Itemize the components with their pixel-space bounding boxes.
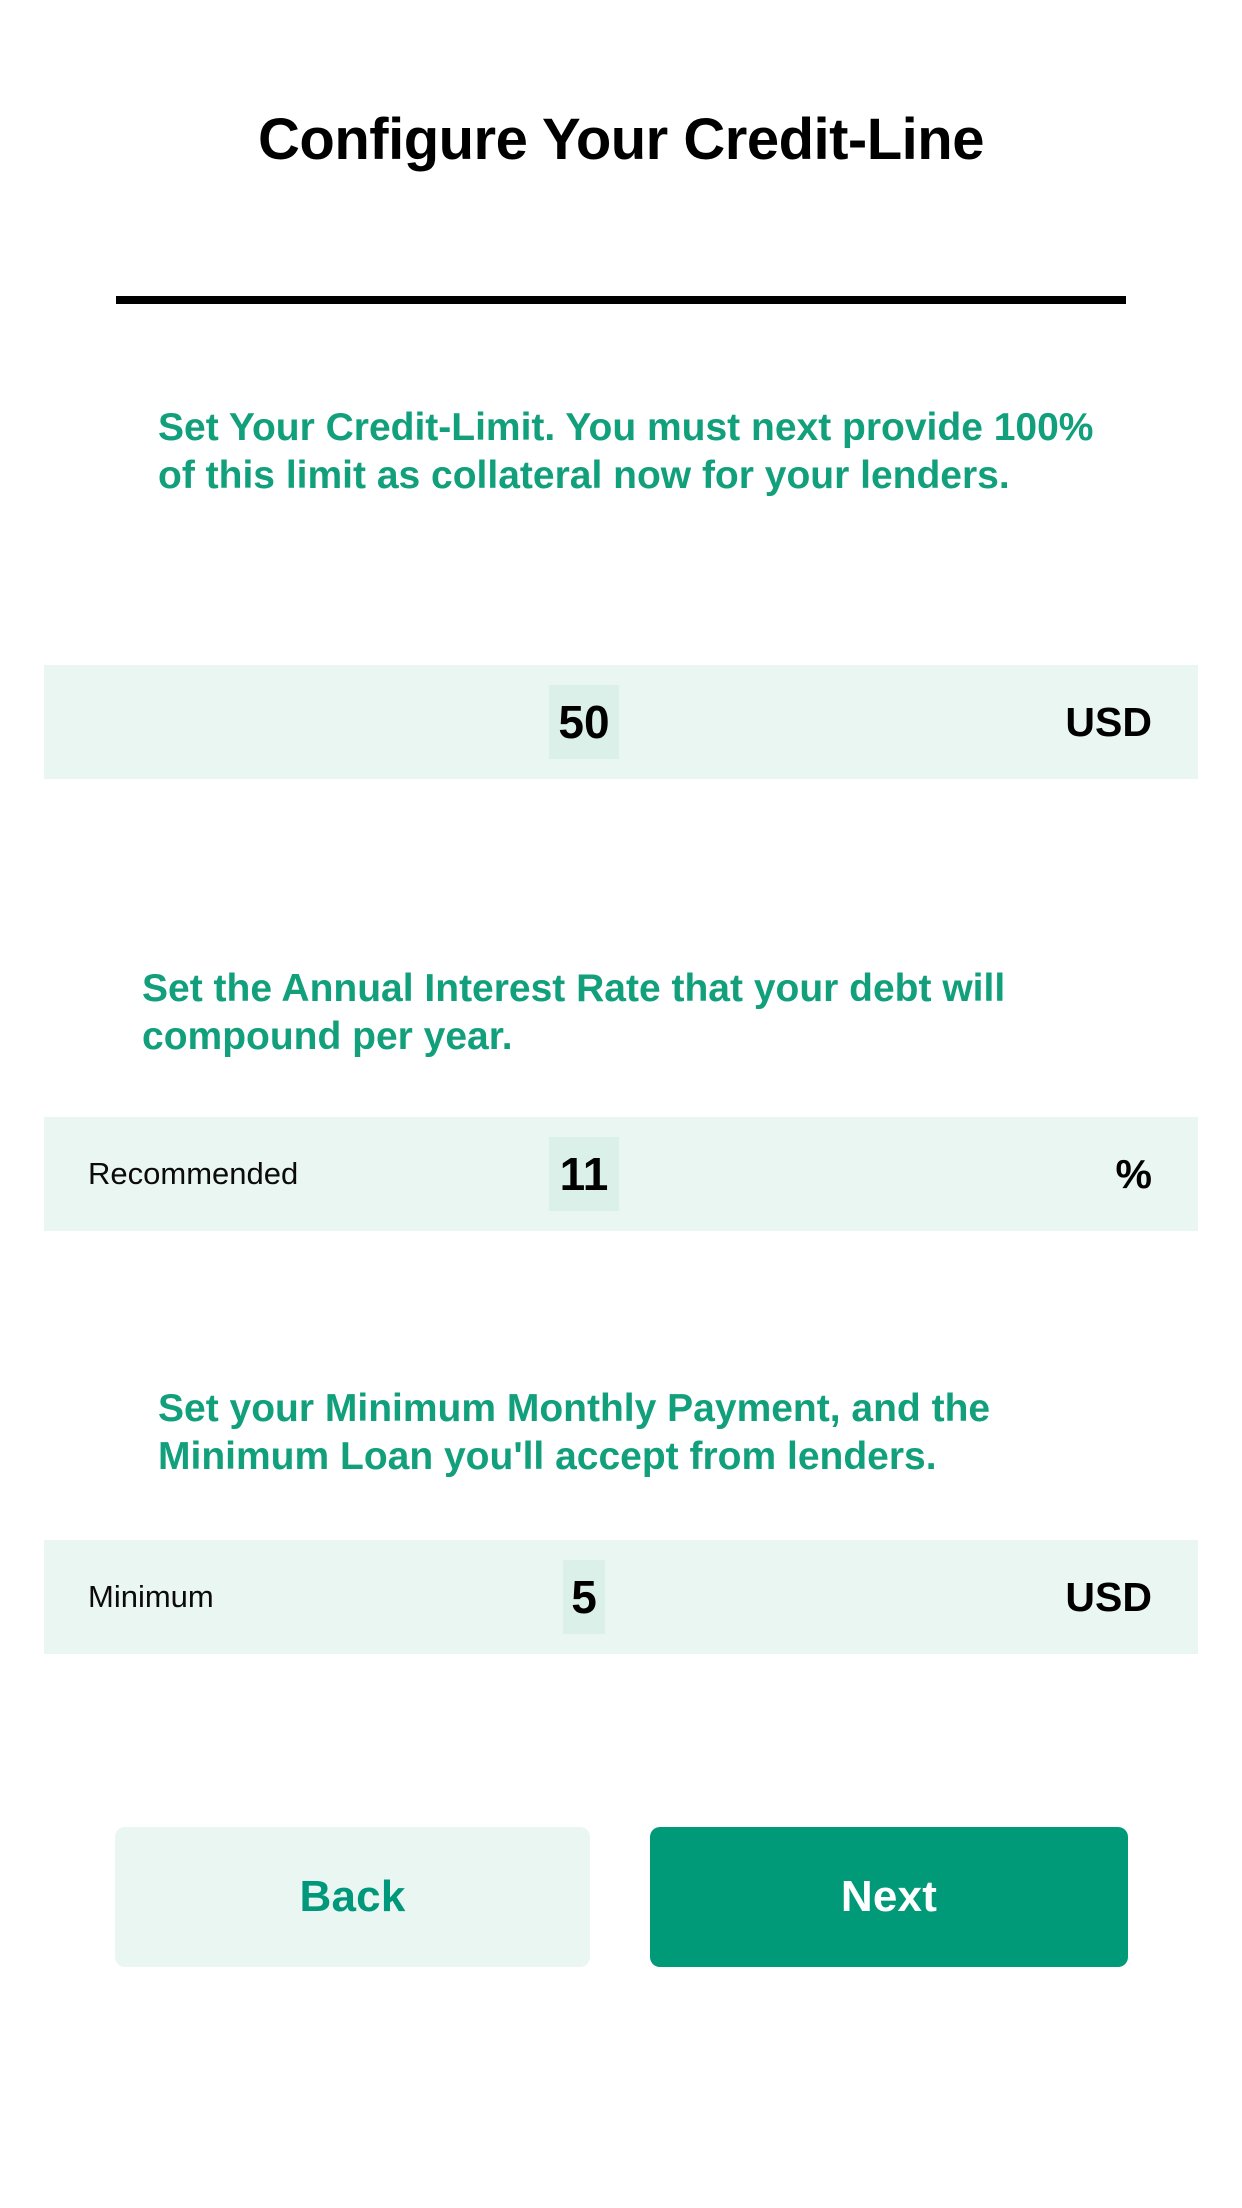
section-minimum-payment: Set your Minimum Monthly Payment, and th…: [0, 1385, 1242, 1482]
configure-credit-line-screen: Configure Your Credit-Line Set Your Cred…: [0, 0, 1242, 2208]
field-label-interest-rate: Recommended: [88, 1156, 299, 1191]
credit-limit-input[interactable]: [549, 685, 619, 759]
footer-button-bar: Back Next: [0, 1827, 1242, 1967]
section-interest-rate-description: Set the Annual Interest Rate that your d…: [142, 967, 1006, 1059]
field-unit-credit-limit: USD: [1065, 698, 1152, 745]
field-row-minimum-payment[interactable]: Minimum USD: [44, 1540, 1198, 1654]
field-row-interest-rate[interactable]: Recommended %: [44, 1117, 1198, 1231]
field-label-minimum-payment: Minimum: [88, 1579, 214, 1614]
back-button[interactable]: Back: [115, 1827, 590, 1967]
section-interest-rate: Set the Annual Interest Rate that your d…: [0, 965, 1242, 1062]
section-minimum-payment-description: Set your Minimum Monthly Payment, and th…: [158, 1387, 991, 1479]
title-divider: [116, 296, 1126, 304]
field-value-container-credit-limit: [444, 685, 724, 759]
field-value-container-minimum-payment: [444, 1560, 724, 1634]
field-value-container-interest-rate: [444, 1137, 724, 1211]
field-row-credit-limit[interactable]: USD: [44, 665, 1198, 779]
field-unit-interest-rate: %: [1115, 1150, 1152, 1197]
page-title: Configure Your Credit-Line: [258, 107, 984, 172]
section-credit-limit: Set Your Credit-Limit. You must next pro…: [0, 404, 1242, 501]
interest-rate-input[interactable]: [549, 1137, 619, 1211]
minimum-payment-input[interactable]: [563, 1560, 605, 1634]
field-unit-minimum-payment: USD: [1065, 1573, 1152, 1620]
next-button[interactable]: Next: [650, 1827, 1128, 1967]
section-credit-limit-description: Set Your Credit-Limit. You must next pro…: [158, 406, 1094, 498]
